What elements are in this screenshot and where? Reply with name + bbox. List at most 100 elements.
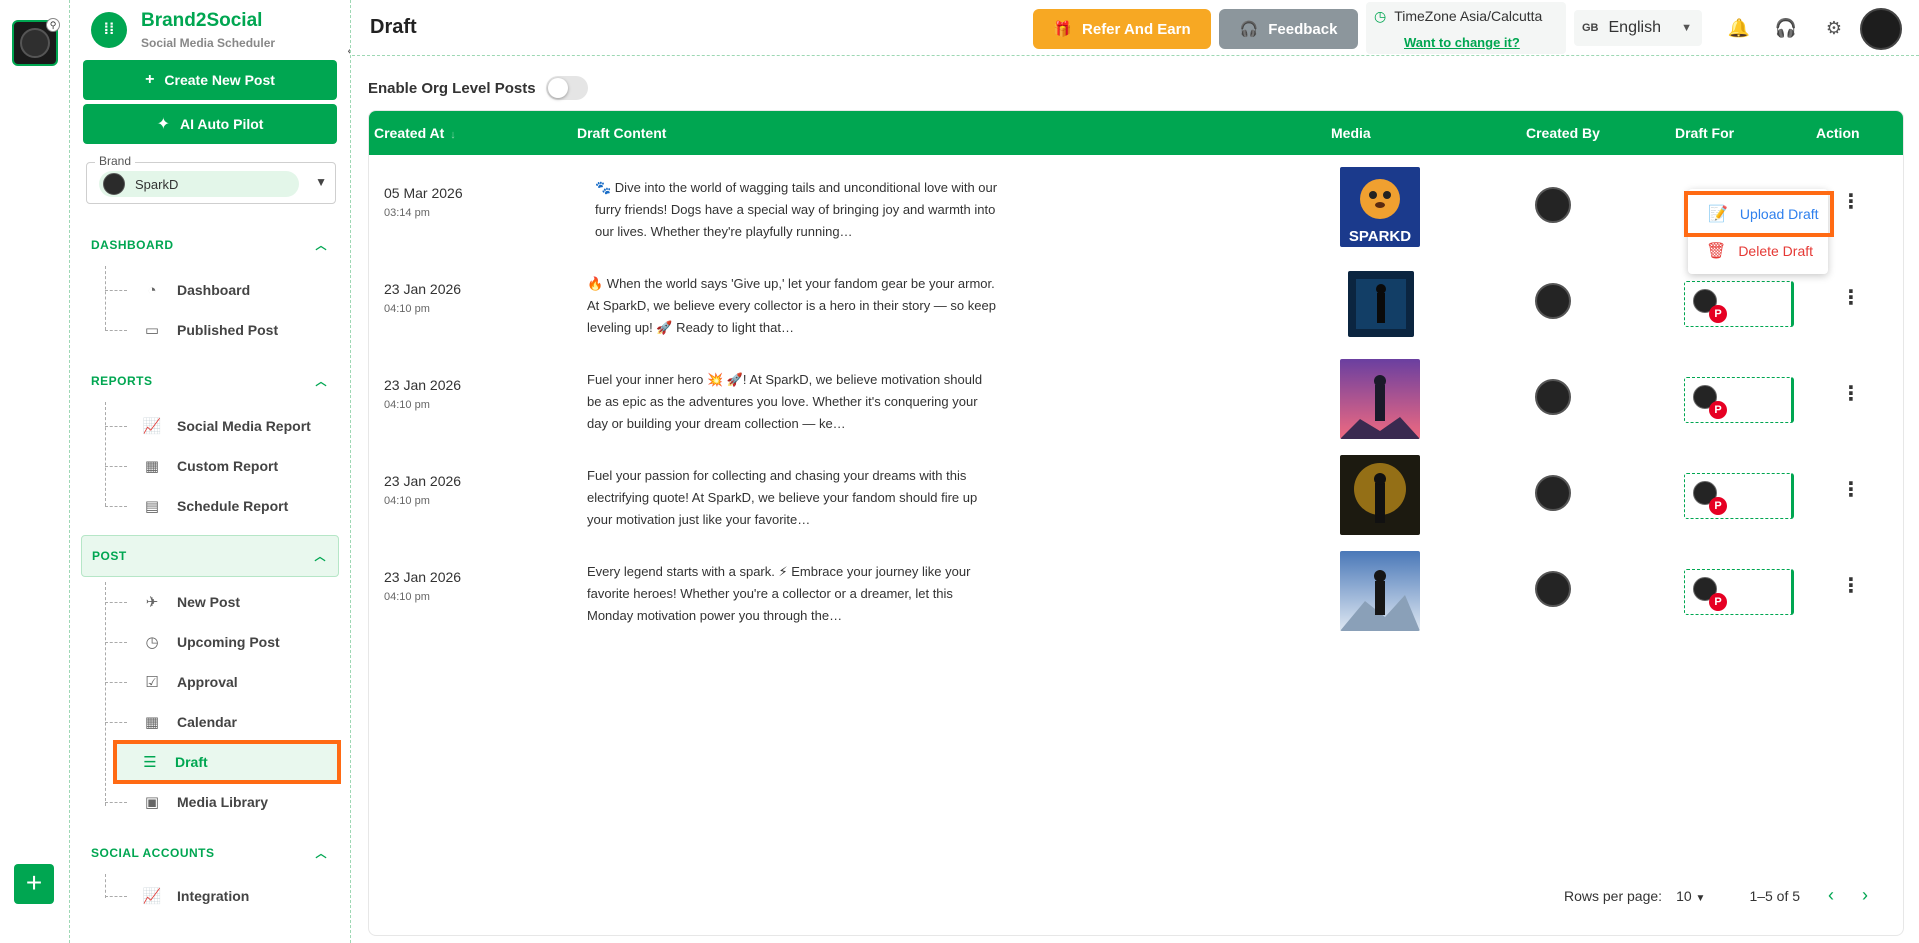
more-vertical-icon[interactable]: ⋮ xyxy=(1841,189,1861,214)
sparkles-icon: ✦ xyxy=(156,116,170,133)
change-timezone-link[interactable]: Want to change it? xyxy=(1404,35,1520,50)
plus-icon: + xyxy=(145,71,155,88)
draft-for-pinterest[interactable]: P xyxy=(1684,281,1794,327)
row-action-menu: 📝 Upload Draft 🗑 Delete Draft xyxy=(1684,189,1834,274)
brand-chip[interactable]: SparkD xyxy=(99,171,299,197)
draft-content-text: 🐾 Dive into the world of wagging tails a… xyxy=(595,180,998,239)
draft-content-text: 🔥 When the world says 'Give up,' let you… xyxy=(587,276,996,335)
draft-for-pinterest[interactable]: P xyxy=(1684,569,1794,615)
chart-up-icon: 📈 xyxy=(142,888,162,905)
media-thumbnail[interactable]: SPARKD xyxy=(1340,167,1420,247)
top-header: Draft 🎁 Refer And Earn 🎧 Feedback ◷ TimeZ… xyxy=(352,0,1919,56)
sidebar-item-custom-report[interactable]: ▦ Custom Report xyxy=(97,448,337,484)
draft-content-text: Every legend starts with a spark. ⚡ Embr… xyxy=(587,564,971,623)
trash-icon: 🗑 xyxy=(1706,243,1727,260)
section-reports[interactable]: REPORTS ︿ xyxy=(81,364,339,398)
col-action: Action xyxy=(1816,125,1860,141)
col-draft-for: Draft For xyxy=(1675,125,1735,141)
support-headset-icon[interactable]: 🎧 xyxy=(1774,16,1798,40)
draft-for-pinterest[interactable]: P xyxy=(1684,377,1794,423)
table-row: 23 Jan 2026 04:10 pm Fuel your inner hero… xyxy=(369,347,1903,443)
media-thumbnail[interactable] xyxy=(1348,271,1414,337)
create-new-post-button[interactable]: + Create New Post xyxy=(83,60,337,100)
calendar-icon: ▦ xyxy=(144,714,160,731)
pagination-range: 1–5 of 5 xyxy=(1749,887,1801,904)
headset-icon: 🎧 xyxy=(1239,21,1259,38)
table-row: 23 Jan 2026 04:10 pm Every legend starts … xyxy=(369,539,1903,635)
user-avatar[interactable] xyxy=(1860,8,1902,50)
chevron-up-icon: ︿ xyxy=(315,240,327,252)
prev-page-icon[interactable]: ‹ xyxy=(1828,885,1834,906)
brand-select-label: Brand xyxy=(95,154,136,168)
pagination: Rows per page: 10 ▼ 1–5 of 5 ‹ › xyxy=(1564,885,1868,906)
draft-list-icon: ☰ xyxy=(143,754,157,771)
refer-and-earn-button[interactable]: 🎁 Refer And Earn xyxy=(1033,9,1211,49)
sidebar-item-media-library[interactable]: ▣ Media Library xyxy=(97,784,337,820)
more-vertical-icon[interactable]: ⋮ xyxy=(1841,477,1861,502)
gb-flag-icon: GB xyxy=(1582,22,1599,34)
more-vertical-icon[interactable]: ⋮ xyxy=(1841,573,1861,598)
more-vertical-icon[interactable]: ⋮ xyxy=(1841,381,1861,406)
rows-per-page-select[interactable]: 10 ▼ xyxy=(1676,888,1705,904)
sidebar-item-draft[interactable]: ☰ Draft xyxy=(113,740,341,784)
section-social-accounts[interactable]: SOCIAL ACCOUNTS ︿ xyxy=(81,836,339,870)
upload-draft-menu-item[interactable]: 📝 Upload Draft xyxy=(1684,191,1834,237)
col-draft-content: Draft Content xyxy=(577,125,667,141)
sort-arrow-icon: ↓ xyxy=(450,129,456,141)
sidebar-item-calendar[interactable]: ▦ Calendar xyxy=(97,704,337,740)
org-level-toggle-row: Enable Org Level Posts xyxy=(368,76,588,100)
chevron-up-icon: ︿ xyxy=(314,551,326,563)
rows-per-page-label: Rows per page: xyxy=(1564,887,1663,904)
brand-select[interactable]: Brand SparkD ▼ xyxy=(86,154,336,204)
section-post[interactable]: POST ︿ xyxy=(81,535,339,577)
table-row: 05 Mar 2026 03:14 pm 🐾 Dive into the worl… xyxy=(369,155,1903,251)
main-content: Enable Org Level Posts Created At ↓ Draft… xyxy=(367,56,1905,936)
collapse-sidebar-icon[interactable]: ‹ xyxy=(347,42,350,58)
sidebar-item-schedule-report[interactable]: ▤ Schedule Report xyxy=(97,488,337,524)
org-level-switch[interactable] xyxy=(545,76,588,100)
language-select[interactable]: GB English ▼ xyxy=(1574,10,1702,46)
approval-icon: ☑ xyxy=(145,674,159,691)
left-rail: ⚲ + xyxy=(0,0,70,943)
page-title: Draft xyxy=(370,16,417,38)
brand-subtitle: Social Media Scheduler xyxy=(141,36,276,50)
media-thumbnail[interactable] xyxy=(1340,455,1420,535)
creator-avatar xyxy=(1535,475,1571,511)
calendar-icon: ▦ xyxy=(144,458,160,475)
image-icon: ▣ xyxy=(144,794,160,811)
section-dashboard[interactable]: DASHBOARD ︿ xyxy=(81,228,339,262)
more-vertical-icon[interactable]: ⋮ xyxy=(1841,285,1861,310)
col-created-at[interactable]: Created At ↓ xyxy=(374,125,456,141)
caret-down-icon[interactable]: ▼ xyxy=(315,175,327,189)
chevron-up-icon: ︿ xyxy=(315,848,327,860)
draft-content-text: Fuel your inner hero 💥 🚀! At SparkD, we … xyxy=(587,372,983,431)
sidebar-item-social-media-report[interactable]: 📈 Social Media Report xyxy=(97,408,337,444)
gear-icon[interactable]: ⚙ xyxy=(1822,16,1846,40)
add-brand-button[interactable]: + xyxy=(14,864,54,904)
chevron-up-icon: ︿ xyxy=(315,376,327,388)
bell-icon[interactable]: 🔔 xyxy=(1727,16,1751,40)
pin-icon: ⚲ xyxy=(46,18,60,32)
sidebar-item-approval[interactable]: ☑ Approval xyxy=(97,664,337,700)
org-level-label: Enable Org Level Posts xyxy=(368,79,536,97)
sidebar-item-upcoming-post[interactable]: ◷ Upcoming Post xyxy=(97,624,337,660)
brand-header: ⁞⁞ Brand2Social Social Media Scheduler xyxy=(91,10,275,50)
media-thumbnail[interactable] xyxy=(1340,359,1420,439)
media-thumbnail[interactable] xyxy=(1340,551,1420,631)
chart-up-icon: 📈 xyxy=(142,418,162,435)
sidebar-item-dashboard[interactable]: ◔ Dashboard xyxy=(97,272,337,308)
table-row: 23 Jan 2026 04:10 pm 🔥 When the world say… xyxy=(369,251,1903,347)
ai-auto-pilot-button[interactable]: ✦ AI Auto Pilot xyxy=(83,104,337,144)
delete-draft-menu-item[interactable]: 🗑 Delete Draft xyxy=(1688,234,1828,268)
sidebar-item-published-post[interactable]: ▭ Published Post xyxy=(97,312,337,348)
rail-brand-avatar[interactable]: ⚲ xyxy=(12,18,60,66)
col-created-by: Created By xyxy=(1526,125,1600,141)
pinterest-icon: P xyxy=(1709,305,1727,323)
brand-chip-avatar xyxy=(103,173,125,195)
draft-for-pinterest[interactable]: P xyxy=(1684,473,1794,519)
sidebar-item-integration[interactable]: 📈 Integration xyxy=(97,878,337,914)
sidebar-item-new-post[interactable]: ✈ New Post xyxy=(97,584,337,620)
feedback-button[interactable]: 🎧 Feedback xyxy=(1219,9,1358,49)
timezone-text: TimeZone Asia/Calcutta xyxy=(1394,8,1543,24)
next-page-icon[interactable]: › xyxy=(1862,885,1868,906)
